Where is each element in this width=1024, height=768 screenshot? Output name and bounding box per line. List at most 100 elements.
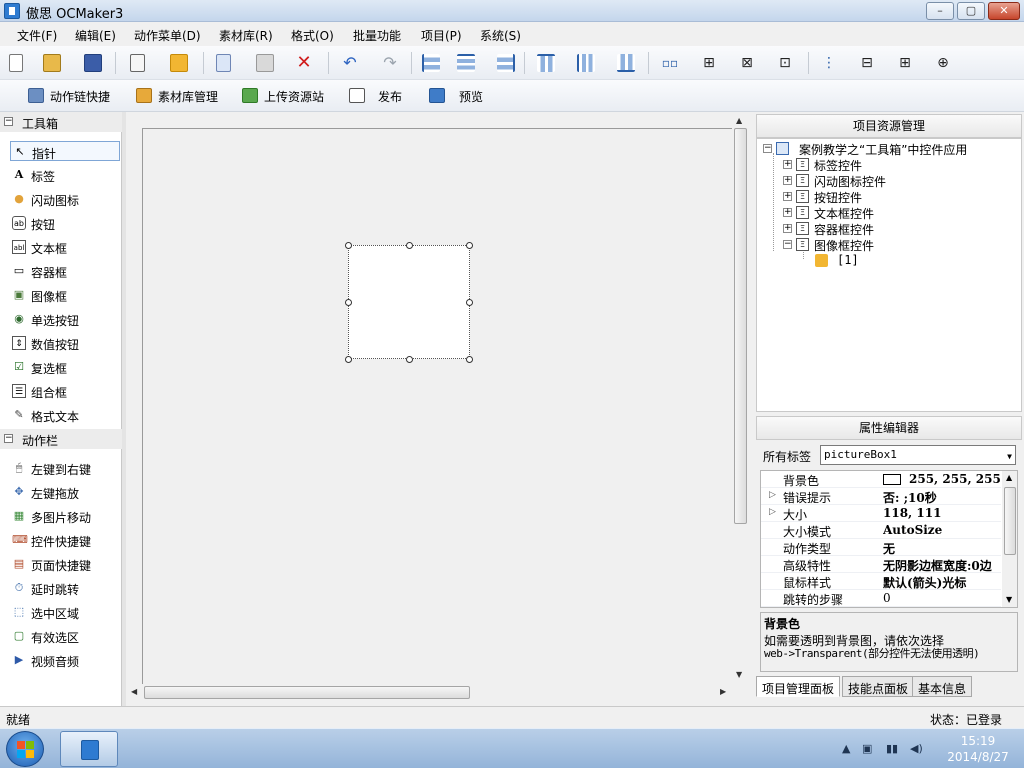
copy-icon[interactable] bbox=[216, 54, 231, 72]
distribute-v-icon[interactable]: ⋮ bbox=[820, 54, 838, 72]
canvas-horizontal-scrollbar[interactable]: ◀ ▶ bbox=[126, 684, 732, 701]
menu-action[interactable]: 动作菜单(D) bbox=[134, 27, 201, 44]
maximize-button[interactable]: ▢ bbox=[957, 2, 985, 20]
expand-icon[interactable]: + bbox=[783, 224, 792, 233]
menu-file[interactable]: 文件(F) bbox=[17, 27, 57, 44]
action-multi-move[interactable]: ▦ 多图片移动 bbox=[10, 506, 120, 526]
open-folder-icon[interactable] bbox=[43, 54, 61, 72]
new-file-icon[interactable] bbox=[9, 54, 23, 72]
prop-row-advanced[interactable]: 高级特性 无阴影边框宽度:0边 bbox=[761, 556, 1001, 573]
action-drag-drop[interactable]: ✥ 左键拖放 bbox=[10, 482, 120, 502]
clock[interactable]: 15:19 2014/8/27 bbox=[938, 733, 1018, 765]
collapse-icon[interactable]: − bbox=[783, 240, 792, 249]
prop-row-jumpstep[interactable]: 跳转的步骤 0 bbox=[761, 590, 1001, 607]
resize-handle-se[interactable] bbox=[466, 356, 473, 363]
resize-handle-e[interactable] bbox=[466, 299, 473, 306]
scroll-up-icon[interactable]: ▲ bbox=[736, 116, 742, 125]
action-left-to-right[interactable]: 🖱 左键到右键 bbox=[10, 458, 120, 478]
action-valid-region[interactable]: ▢ 有效选区 bbox=[10, 626, 120, 646]
prop-row-error[interactable]: ▷ 错误提示 否: ;10秒 bbox=[761, 488, 1001, 505]
redo-icon[interactable]: ↷ bbox=[381, 54, 399, 72]
menu-format[interactable]: 格式(O) bbox=[291, 27, 334, 44]
puzzle-icon[interactable] bbox=[170, 54, 188, 72]
expand-arrow-icon[interactable]: ▷ bbox=[769, 490, 776, 500]
resize-handle-n[interactable] bbox=[406, 242, 413, 249]
picturebox-control[interactable] bbox=[348, 245, 470, 359]
control-select[interactable]: pictureBox1 ▼ bbox=[820, 445, 1016, 465]
volume-icon[interactable]: ◀) bbox=[910, 742, 923, 755]
tool-radio[interactable]: ◉ 单选按钮 bbox=[10, 309, 120, 329]
action-section-header[interactable]: − 动作栏 bbox=[0, 429, 122, 449]
tool-numeric[interactable]: ⇕ 数值按钮 bbox=[10, 333, 120, 353]
space-h-icon[interactable]: ⊞ bbox=[700, 54, 718, 72]
properties-icon[interactable] bbox=[130, 54, 145, 72]
tool-button[interactable]: ab 按钮 bbox=[10, 213, 120, 233]
action-page-shortcut[interactable]: ▤ 页面快捷键 bbox=[10, 554, 120, 574]
toolbox-section-header[interactable]: − 工具箱 bbox=[0, 112, 122, 132]
design-canvas[interactable] bbox=[142, 128, 734, 690]
menu-batch[interactable]: 批量功能 bbox=[353, 27, 401, 44]
prop-row-size[interactable]: ▷ 大小 118, 111 bbox=[761, 505, 1001, 522]
scroll-thumb[interactable] bbox=[144, 686, 470, 699]
expand-icon[interactable]: + bbox=[783, 192, 792, 201]
align-middle-icon[interactable] bbox=[577, 54, 595, 72]
space-v-icon[interactable]: ⊟ bbox=[858, 54, 876, 72]
action-video-audio[interactable]: ▶ 视频音频 bbox=[10, 650, 120, 670]
network-icon[interactable]: ▮▮ bbox=[886, 742, 898, 755]
prop-row-actiontype[interactable]: 动作类型 无 bbox=[761, 539, 1001, 556]
scroll-left-icon[interactable]: ◀ bbox=[131, 687, 137, 696]
start-button[interactable] bbox=[6, 731, 44, 767]
align-right-icon[interactable] bbox=[497, 54, 515, 72]
scroll-up-icon[interactable]: ▲ bbox=[1006, 473, 1012, 482]
align-left-icon[interactable] bbox=[422, 54, 440, 72]
tab-project-panel[interactable]: 项目管理面板 bbox=[756, 676, 841, 697]
resize-handle-w[interactable] bbox=[345, 299, 352, 306]
tool-label[interactable]: A 标签 bbox=[10, 165, 120, 185]
collapse-icon[interactable]: − bbox=[4, 434, 13, 443]
tool-richtext[interactable]: ✎ 格式文本 bbox=[10, 405, 120, 425]
tool-picturebox[interactable]: ▣ 图像框 bbox=[10, 285, 120, 305]
tool-textbox[interactable]: abl 文本框 bbox=[10, 237, 120, 257]
tool-combobox[interactable]: ☰ 组合框 bbox=[10, 381, 120, 401]
menu-library[interactable]: 素材库(R) bbox=[219, 27, 273, 44]
align-bottom-icon[interactable] bbox=[617, 54, 635, 72]
taskbar-app-ocmaker[interactable] bbox=[60, 731, 118, 767]
prop-row-sizemode[interactable]: 大小模式 AutoSize bbox=[761, 522, 1001, 539]
canvas-vertical-scrollbar[interactable]: ▲ ▼ bbox=[732, 114, 749, 684]
collapse-icon[interactable]: − bbox=[4, 117, 13, 126]
scroll-right-icon[interactable]: ▶ bbox=[720, 687, 726, 696]
prop-row-bgcolor[interactable]: 背景色 255, 255, 255 bbox=[761, 471, 1001, 488]
tool-container[interactable]: ▭ 容器框 bbox=[10, 261, 120, 281]
action-select-region[interactable]: ⬚ 选中区域 bbox=[10, 602, 120, 622]
close-button[interactable]: ✕ bbox=[988, 2, 1020, 20]
expand-icon[interactable]: + bbox=[783, 160, 792, 169]
tray-expand-icon[interactable]: ▲ bbox=[842, 742, 850, 755]
scroll-thumb[interactable] bbox=[1004, 487, 1016, 555]
expand-icon[interactable]: + bbox=[783, 208, 792, 217]
scroll-down-icon[interactable]: ▼ bbox=[1006, 595, 1012, 604]
dropdown-arrow-icon[interactable]: ▼ bbox=[1007, 451, 1012, 463]
tab-skill-panel[interactable]: 技能点面板 bbox=[842, 676, 915, 697]
save-icon[interactable] bbox=[84, 54, 102, 72]
resize-handle-sw[interactable] bbox=[345, 356, 352, 363]
property-scrollbar[interactable]: ▲ ▼ bbox=[1002, 471, 1017, 607]
delete-icon[interactable]: ✕ bbox=[295, 54, 313, 72]
tool-pointer[interactable]: ↖ 指针 bbox=[10, 141, 120, 161]
tool-flash-icon[interactable]: ● 闪动图标 bbox=[10, 189, 120, 209]
tray-device-icon[interactable]: ▣ bbox=[862, 742, 872, 755]
action-control-shortcut[interactable]: ⌨ 控件快捷键 bbox=[10, 530, 120, 550]
resize-handle-ne[interactable] bbox=[466, 242, 473, 249]
resize-handle-s[interactable] bbox=[406, 356, 413, 363]
scroll-thumb[interactable] bbox=[734, 128, 747, 524]
tab-basic-info[interactable]: 基本信息 bbox=[912, 676, 973, 697]
prop-row-cursor[interactable]: 鼠标样式 默认(箭头)光标 bbox=[761, 573, 1001, 590]
action-delay-jump[interactable]: ⏱ 延时跳转 bbox=[10, 578, 120, 598]
menu-edit[interactable]: 编辑(E) bbox=[75, 27, 116, 44]
align-center-icon[interactable] bbox=[457, 54, 475, 72]
menu-project[interactable]: 项目(P) bbox=[421, 27, 462, 44]
scroll-down-icon[interactable]: ▼ bbox=[736, 670, 742, 679]
same-size-icon[interactable]: ⊞ bbox=[896, 54, 914, 72]
equal-width-icon[interactable]: ⊠ bbox=[738, 54, 756, 72]
tool-checkbox[interactable]: ☑ 复选框 bbox=[10, 357, 120, 377]
center-icon[interactable]: ⊕ bbox=[934, 54, 952, 72]
